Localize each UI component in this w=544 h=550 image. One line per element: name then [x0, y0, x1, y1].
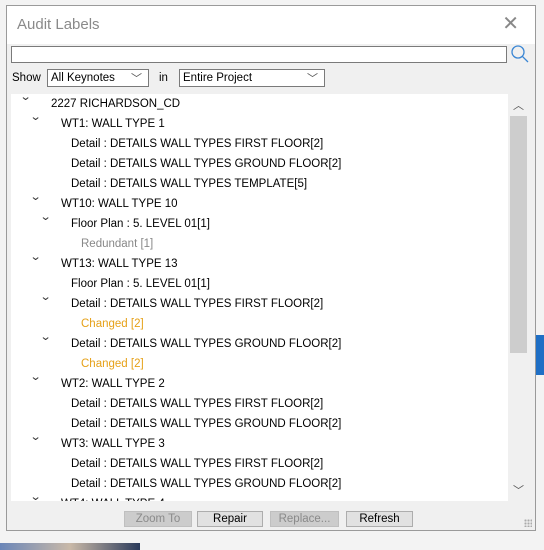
refresh-button[interactable]: Refresh — [346, 511, 413, 527]
replace-button[interactable]: Replace... — [270, 511, 339, 527]
tree-item[interactable]: Redundant [1] — [81, 234, 153, 254]
chevron-down-icon[interactable]: ⌄ — [30, 110, 42, 123]
tree-scrollbar[interactable]: ︿ ﹀ — [508, 94, 528, 501]
scroll-up-icon[interactable]: ︿ — [513, 97, 524, 113]
in-label: in — [159, 72, 168, 84]
chevron-down-icon[interactable]: ⌄ — [40, 330, 52, 343]
search-icon[interactable] — [510, 44, 530, 64]
chevron-down-icon: ﹀ — [307, 73, 318, 85]
search-input[interactable] — [11, 46, 507, 63]
tree-item[interactable]: WT1: WALL TYPE 1 — [61, 114, 165, 134]
tree-item[interactable]: WT4: WALL TYPE 4 — [61, 494, 165, 501]
chevron-down-icon[interactable]: ⌄ — [30, 490, 42, 501]
tree-item[interactable]: Floor Plan : 5. LEVEL 01[1] — [71, 274, 210, 294]
audit-labels-dialog: Audit Labels ✕ Show All Keynotes ﹀ in Ent… — [6, 5, 536, 531]
chevron-down-icon[interactable]: ⌄ — [30, 370, 42, 383]
tree-item[interactable]: Floor Plan : 5. LEVEL 01[1] — [71, 214, 210, 234]
title-bar: Audit Labels ✕ — [7, 6, 535, 44]
dialog-title: Audit Labels — [17, 16, 100, 33]
keynote-tree[interactable]: ⌄ 2227 RICHARDSON_CD ⌄ WT1: WALL TYPE 1 Deta… — [11, 94, 508, 501]
scope-value: Entire Project — [183, 72, 253, 84]
tree-item[interactable]: Detail : DETAILS WALL TYPES FIRST FLOOR[… — [71, 454, 323, 474]
chevron-down-icon[interactable]: ⌄ — [30, 190, 42, 203]
chevron-down-icon[interactable]: ⌄ — [40, 290, 52, 303]
tree-item[interactable]: Detail : DETAILS WALL TYPES FIRST FLOOR[… — [71, 394, 323, 414]
tree-item[interactable]: Changed [2] — [81, 314, 144, 334]
tree-item[interactable]: Detail : DETAILS WALL TYPES FIRST FLOOR[… — [71, 294, 323, 314]
close-icon[interactable]: ✕ — [502, 14, 519, 34]
scope-dropdown[interactable]: Entire Project ﹀ — [179, 69, 325, 87]
show-label: Show — [12, 72, 41, 84]
chevron-down-icon[interactable]: ⌄ — [40, 210, 52, 223]
tree-item[interactable]: Detail : DETAILS WALL TYPES GROUND FLOOR… — [71, 414, 341, 434]
tree-item[interactable]: 2227 RICHARDSON_CD — [51, 94, 180, 114]
scrollbar-thumb[interactable] — [510, 116, 527, 353]
show-value: All Keynotes — [51, 72, 115, 84]
tree-item[interactable]: Detail : DETAILS WALL TYPES GROUND FLOOR… — [71, 474, 341, 494]
chevron-down-icon: ﹀ — [131, 73, 142, 85]
repair-button[interactable]: Repair — [197, 511, 263, 527]
tree-item[interactable]: WT13: WALL TYPE 13 — [61, 254, 178, 274]
show-dropdown[interactable]: All Keynotes ﹀ — [47, 69, 149, 87]
tree-item[interactable]: Changed [2] — [81, 354, 144, 374]
tree-item[interactable]: Detail : DETAILS WALL TYPES GROUND FLOOR… — [71, 154, 341, 174]
tree-item[interactable]: Detail : DETAILS WALL TYPES FIRST FLOOR[… — [71, 134, 323, 154]
chevron-down-icon[interactable]: ⌄ — [20, 94, 32, 103]
tree-item[interactable]: Detail : DETAILS WALL TYPES GROUND FLOOR… — [71, 334, 341, 354]
tree-item[interactable]: Detail : DETAILS WALL TYPES TEMPLATE[5] — [71, 174, 307, 194]
scroll-down-icon[interactable]: ﹀ — [513, 482, 524, 498]
tree-item[interactable]: WT2: WALL TYPE 2 — [61, 374, 165, 394]
background-image — [0, 543, 140, 550]
chevron-down-icon[interactable]: ⌄ — [30, 250, 42, 263]
tree-item[interactable]: WT3: WALL TYPE 3 — [61, 434, 165, 454]
tree-item[interactable]: WT10: WALL TYPE 10 — [61, 194, 178, 214]
resize-grip-icon[interactable] — [524, 519, 532, 527]
chevron-down-icon[interactable]: ⌄ — [30, 430, 42, 443]
zoom-to-button[interactable]: Zoom To — [124, 511, 192, 527]
